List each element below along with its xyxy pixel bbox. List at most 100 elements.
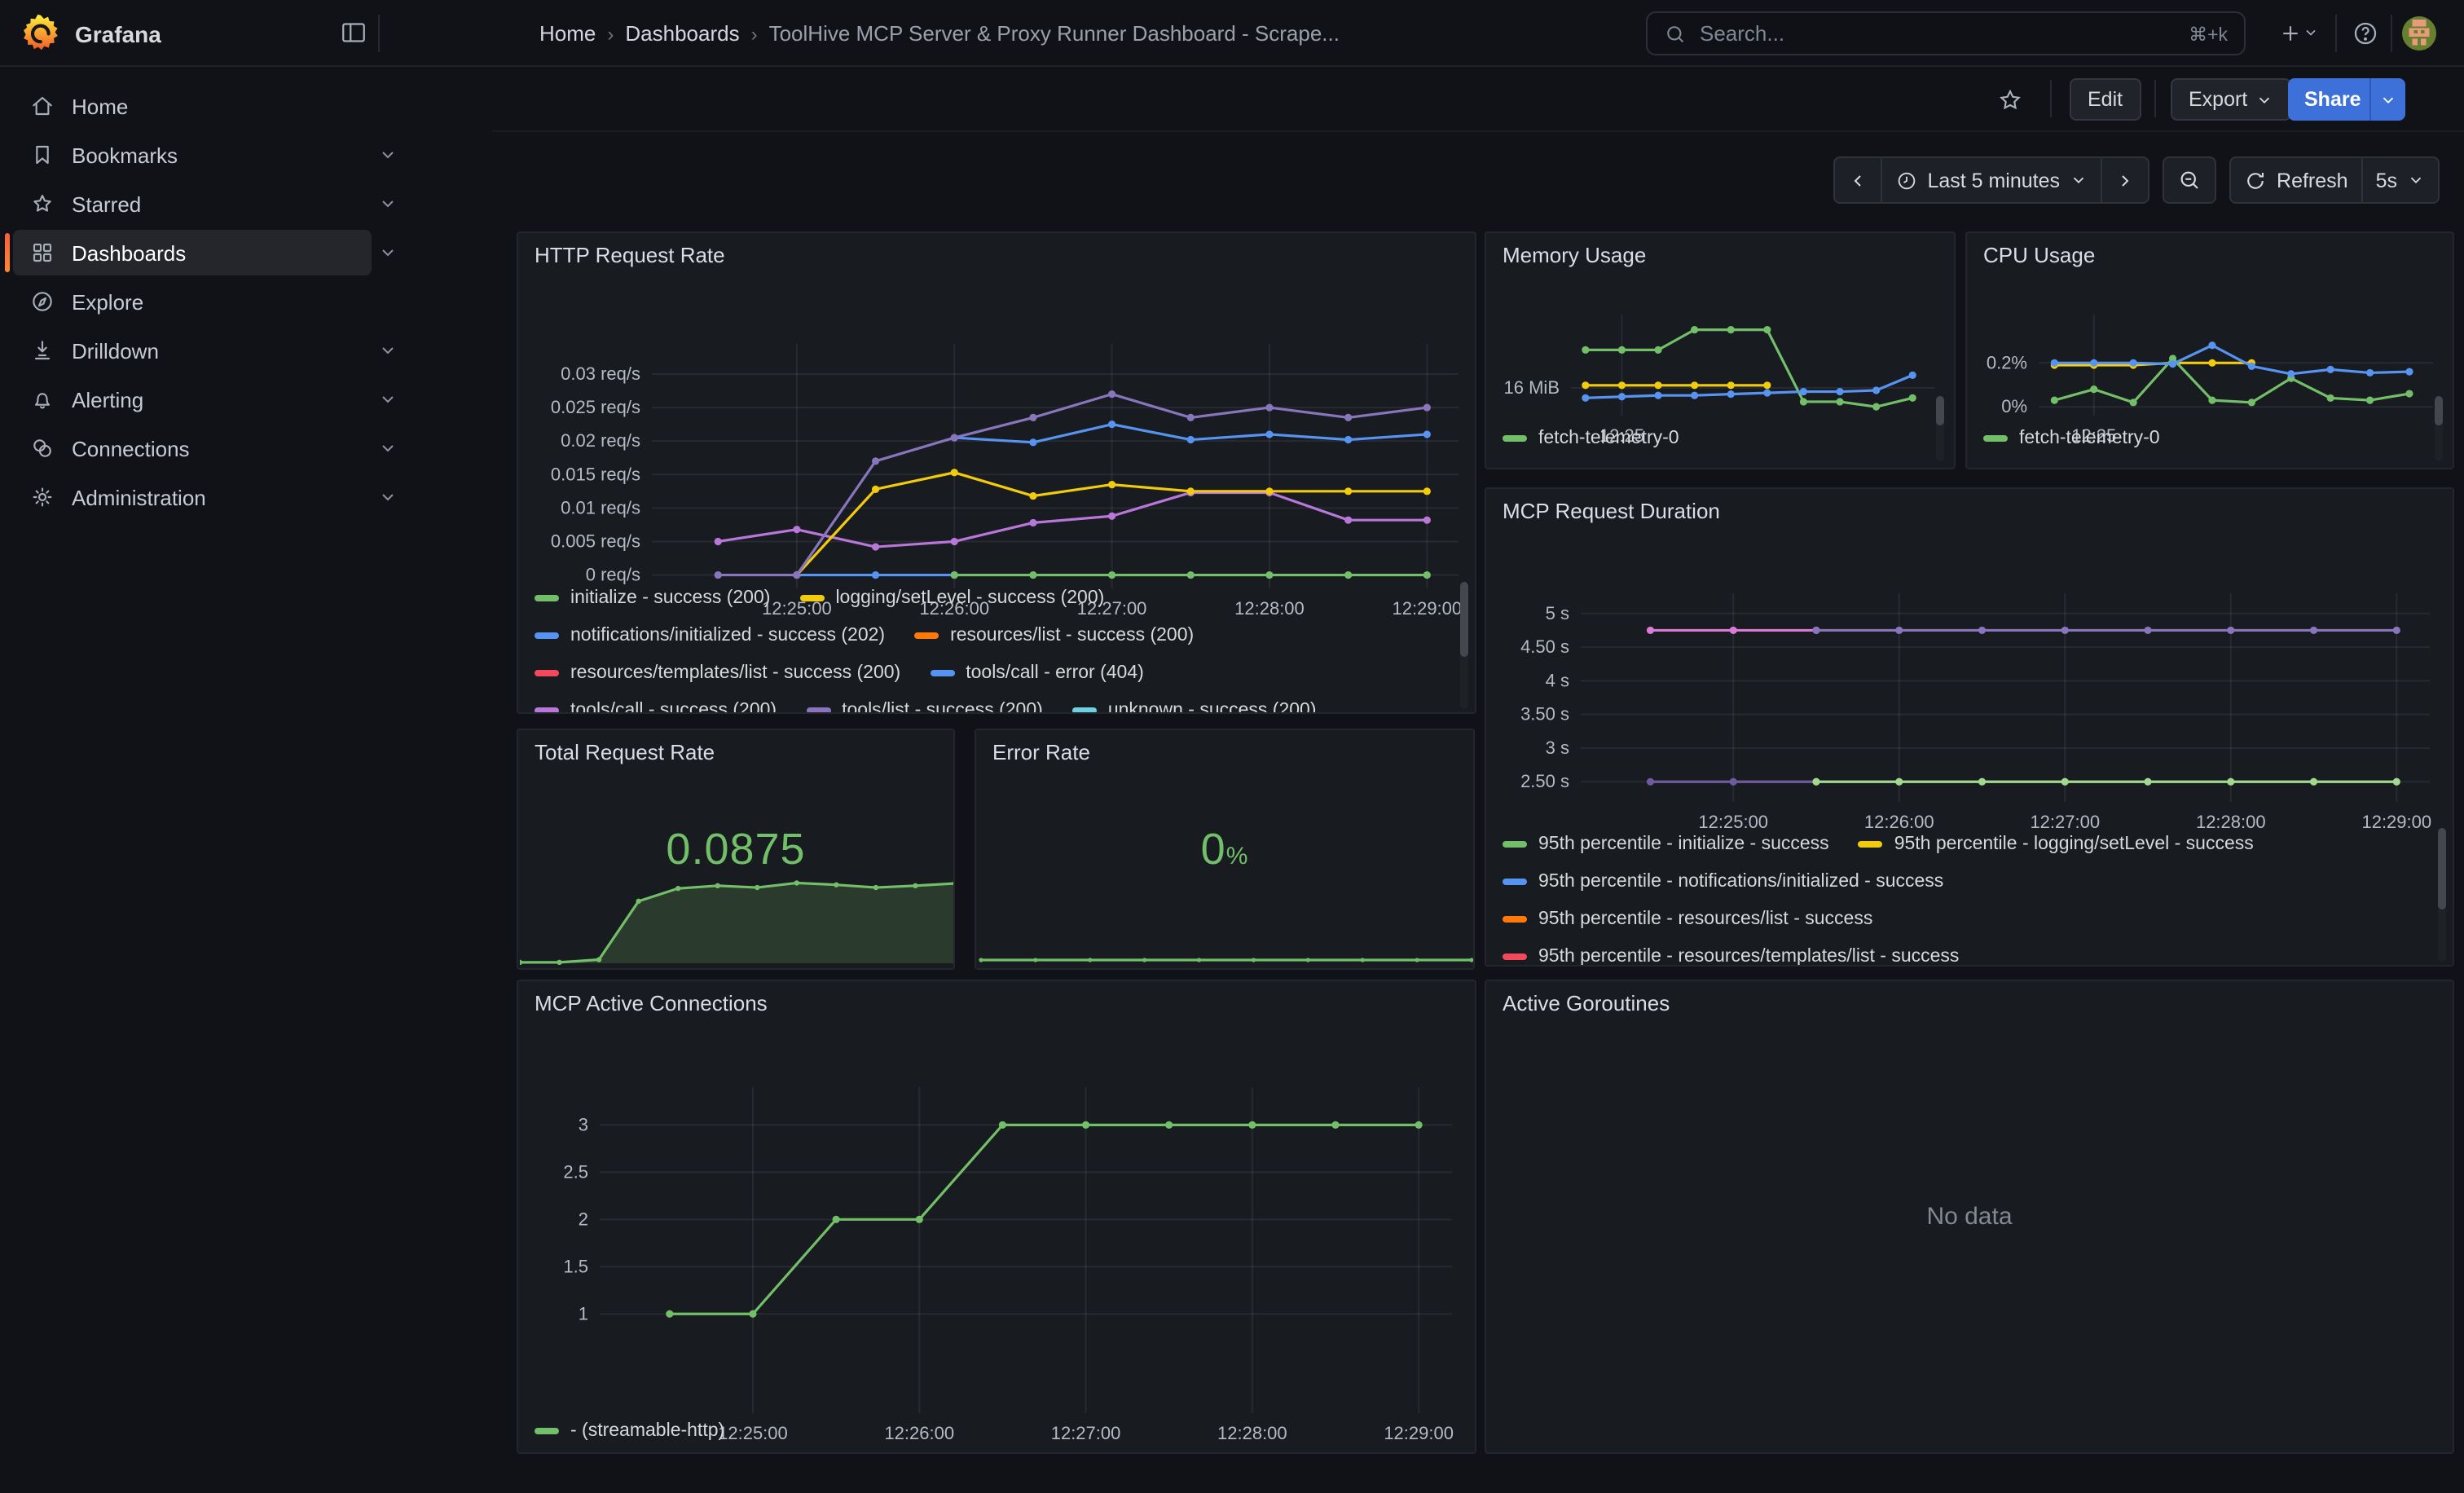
breadcrumb-item[interactable]: Dashboards	[625, 21, 739, 46]
chevron-down-icon[interactable]	[378, 145, 398, 165]
sidebar-item-label: Starred	[72, 192, 141, 216]
legend-item[interactable]: 95th percentile - resources/templates/li…	[1503, 946, 1959, 966]
bell-icon	[29, 386, 55, 412]
legend-item[interactable]: - (streamable-http)	[535, 1420, 724, 1440]
legend-item[interactable]: logging/setLevel - success (200)	[799, 588, 1104, 607]
sidebar-toggle-icon[interactable]	[332, 11, 375, 54]
panel-mcp-active-connections: MCP Active Connections 12:25:0012:26:001…	[517, 980, 1476, 1454]
panel-http-request-rate: HTTP Request Rate 12:25:0012:26:0012:27:…	[517, 231, 1476, 714]
chevron-down-icon[interactable]	[378, 194, 398, 214]
panel-title[interactable]: Error Rate	[992, 740, 1090, 764]
legend-series-color	[1503, 878, 1527, 884]
legend-scrollbar[interactable]	[1936, 396, 1944, 461]
legend-series-color	[806, 707, 830, 713]
mcp-request-duration-chart[interactable]: 12:25:0012:26:0012:27:0012:28:0012:29:00…	[1486, 531, 2454, 857]
avatar[interactable]	[2402, 16, 2436, 51]
legend-series-label: fetch-telemetry-0	[2019, 428, 2160, 447]
time-shift-forward-button[interactable]	[2101, 158, 2148, 202]
favorite-star-button[interactable]	[1988, 78, 2031, 121]
sidebar-item-label: Alerting	[72, 387, 143, 412]
help-button[interactable]	[2343, 11, 2386, 54]
chevron-down-icon[interactable]	[378, 438, 398, 458]
panel-title[interactable]: Active Goroutines	[1503, 991, 1670, 1015]
sidebar-item-administration[interactable]: Administration	[0, 474, 492, 520]
legend-series-label: 95th percentile - resources/templates/li…	[1538, 946, 1959, 966]
time-range-picker-button[interactable]: Last 5 minutes	[1880, 158, 2101, 202]
panel-title[interactable]: MCP Active Connections	[535, 991, 768, 1015]
time-shift-back-button[interactable]	[1834, 158, 1880, 202]
nav-pill	[13, 377, 372, 422]
sidebar-item-alerting[interactable]: Alerting	[0, 377, 492, 422]
legend-scrollbar[interactable]	[2435, 396, 2443, 461]
chevron-down-icon[interactable]	[378, 341, 398, 360]
svg-text:0.025 req/s: 0.025 req/s	[551, 397, 640, 417]
panel-title[interactable]: Memory Usage	[1503, 243, 1646, 267]
chevron-down-icon[interactable]	[378, 487, 398, 507]
legend-item[interactable]: 95th percentile - resources/list - succe…	[1503, 909, 1872, 928]
chevron-down-icon[interactable]	[378, 390, 398, 409]
svg-text:3.50 s: 3.50 s	[1520, 704, 1569, 724]
refresh-interval-dropdown[interactable]: 5s	[2361, 158, 2438, 202]
legend-item[interactable]: unknown - success (200)	[1072, 700, 1317, 714]
panel-title[interactable]: MCP Request Duration	[1503, 499, 1720, 523]
search-input[interactable]: Search... ⌘+k	[1646, 11, 2246, 55]
legend-series-color	[1072, 707, 1097, 713]
refresh-button[interactable]: Refresh	[2231, 158, 2361, 202]
grafana-logo-icon[interactable]	[21, 13, 60, 52]
time-range-label: Last 5 minutes	[1927, 169, 2060, 192]
new-menu-button[interactable]	[2268, 11, 2327, 54]
share-menu-button[interactable]	[2369, 78, 2405, 121]
legend-scrollbar[interactable]	[2438, 828, 2446, 962]
sidebar-item-label: Explore	[72, 289, 143, 314]
legend-series-label: tools/call - success (200)	[570, 700, 777, 714]
divider	[378, 15, 380, 52]
legend-item[interactable]: tools/call - error (404)	[930, 663, 1144, 682]
help-icon	[2351, 19, 2378, 46]
divider	[2154, 80, 2156, 117]
error-rate-unit: %	[1226, 843, 1249, 870]
sidebar-item-dashboards[interactable]: Dashboards	[0, 230, 492, 275]
legend-series-color	[930, 669, 954, 676]
export-button[interactable]: Export	[2171, 78, 2291, 121]
mcp-active-connections-chart[interactable]: 12:25:0012:26:0012:27:0012:28:0012:29:00…	[518, 1024, 1476, 1451]
nav-pill	[13, 279, 372, 324]
panel-cpu-usage: CPU Usage 12:250.2%0% fetch-telemetry-0	[1965, 231, 2454, 469]
share-button[interactable]: Share	[2288, 78, 2378, 121]
svg-text:3: 3	[579, 1114, 588, 1134]
search-icon	[1664, 22, 1687, 45]
legend-item[interactable]: 95th percentile - logging/setLevel - suc…	[1859, 834, 2254, 853]
panel-total-request-rate: Total Request Rate 0.0875	[517, 729, 955, 970]
sidebar-item-explore[interactable]: Explore	[0, 279, 492, 324]
legend-item[interactable]: 95th percentile - notifications/initiali…	[1503, 871, 1943, 891]
svg-text:0%: 0%	[2001, 396, 2027, 416]
legend-item[interactable]: notifications/initialized - success (202…	[535, 625, 885, 645]
panel-title[interactable]: Total Request Rate	[535, 740, 715, 764]
legend-scrollbar[interactable]	[1460, 582, 1468, 709]
legend-item[interactable]: tools/list - success (200)	[806, 700, 1043, 714]
sidebar-item-starred[interactable]: Starred	[0, 181, 492, 227]
legend-item[interactable]: 95th percentile - initialize - success	[1503, 834, 1829, 853]
legend-item[interactable]: resources/list - success (200)	[914, 625, 1194, 645]
dashboard-actions-bar: Edit Export Share	[492, 67, 2464, 132]
legend-item[interactable]: fetch-telemetry-0	[1983, 428, 2160, 447]
legend-item[interactable]: resources/templates/list - success (200)	[535, 663, 900, 682]
panel-title[interactable]: HTTP Request Rate	[535, 243, 725, 267]
zoom-out-button[interactable]	[2163, 156, 2216, 204]
sidebar-item-connections[interactable]: Connections	[0, 425, 492, 471]
legend-item[interactable]: tools/call - success (200)	[535, 700, 777, 714]
export-label: Export	[2189, 88, 2247, 111]
legend-item[interactable]: fetch-telemetry-0	[1503, 428, 1679, 447]
sidebar-item-home[interactable]: Home	[0, 83, 492, 129]
breadcrumb-item[interactable]: Home	[539, 21, 596, 46]
legend-series-label: - (streamable-http)	[570, 1420, 724, 1440]
edit-button[interactable]: Edit	[2070, 78, 2141, 121]
legend-series-label: unknown - success (200)	[1108, 700, 1317, 714]
legend-item[interactable]: initialize - success (200)	[535, 588, 770, 607]
sidebar-item-drilldown[interactable]: Drilldown	[0, 328, 492, 373]
nav-pill	[13, 132, 372, 178]
panel-title[interactable]: CPU Usage	[1983, 243, 2095, 267]
sidebar-item-bookmarks[interactable]: Bookmarks	[0, 132, 492, 178]
refresh-label: Refresh	[2277, 169, 2348, 192]
chevron-down-icon[interactable]	[378, 243, 398, 262]
search-shortcut: ⌘+k	[2189, 22, 2228, 45]
